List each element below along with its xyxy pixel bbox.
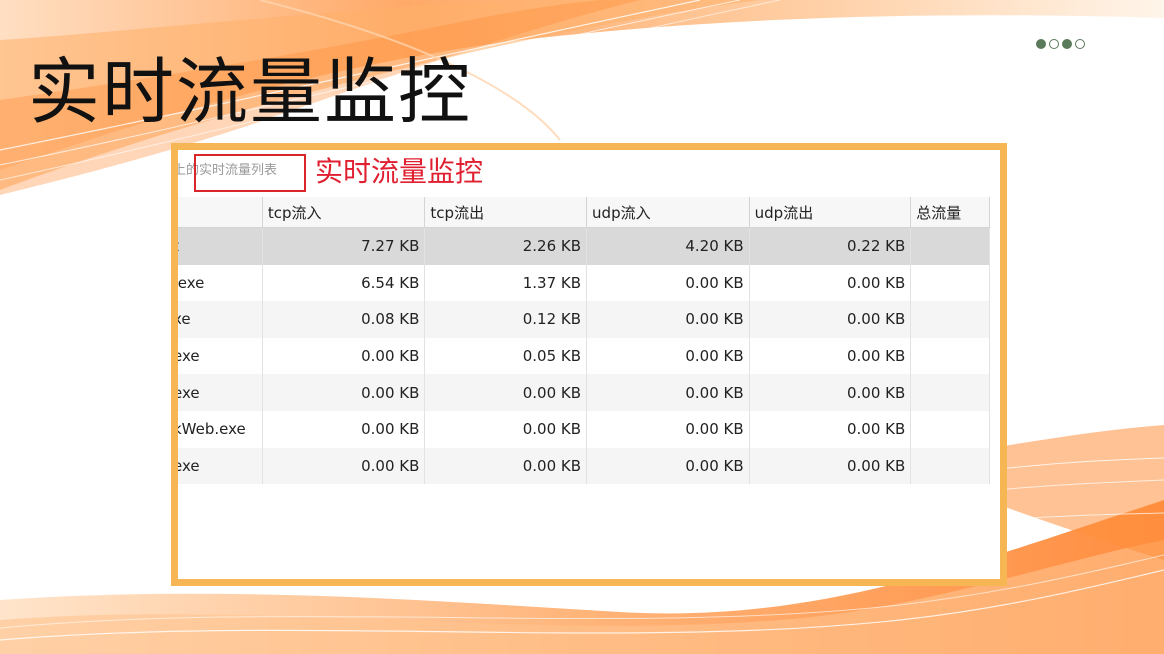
udp-in-cell: 4.20 KB <box>586 227 750 265</box>
udp-out-cell: 0.00 KB <box>749 301 912 338</box>
table-row[interactable]: exe 0.00 KB 0.00 KB 0.00 KB 0.00 KB <box>178 374 990 411</box>
column-header-process[interactable] <box>178 197 263 228</box>
udp-in-cell: 0.00 KB <box>586 264 750 302</box>
tcp-in-cell: 0.08 KB <box>262 301 426 338</box>
process-name-cell: exe <box>178 447 263 485</box>
udp-out-cell: 0.00 KB <box>749 337 912 375</box>
udp-out-cell: 0.00 KB <box>749 447 912 485</box>
column-header-total[interactable]: 总流量 <box>910 197 990 228</box>
udp-in-cell: 0.00 KB <box>586 374 750 411</box>
process-name-cell: exe <box>178 374 263 411</box>
process-name-cell: xe <box>178 301 263 338</box>
tcp-out-cell: 0.00 KB <box>424 374 588 411</box>
process-name-cell: kWeb.exe <box>178 410 263 448</box>
table-row[interactable]: .exe 6.54 KB 1.37 KB 0.00 KB 0.00 KB <box>178 264 990 302</box>
tcp-out-cell: 0.00 KB <box>424 447 588 485</box>
udp-out-cell: 0.00 KB <box>749 410 912 448</box>
screenshot-frame: 上的实时流量列表 实时流量监控 tcp流入 tcp流出 udp流入 udp流出 … <box>171 143 1007 586</box>
tcp-in-cell: 7.27 KB <box>262 227 426 265</box>
pager-dot-1[interactable] <box>1036 39 1046 49</box>
tcp-out-cell: 1.37 KB <box>424 264 588 302</box>
annotation-highlight-box <box>194 154 306 192</box>
column-header-udp-in[interactable]: udp流入 <box>586 197 750 228</box>
total-cell <box>910 264 990 302</box>
annotation-caption: 实时流量监控 <box>315 155 484 188</box>
total-cell <box>910 227 990 265</box>
tcp-in-cell: 0.00 KB <box>262 374 426 411</box>
process-name-cell: t <box>178 227 263 265</box>
tcp-out-cell: 2.26 KB <box>424 227 588 265</box>
traffic-monitor-screenshot: 上的实时流量列表 实时流量监控 tcp流入 tcp流出 udp流入 udp流出 … <box>178 150 1000 579</box>
table-header-row: tcp流入 tcp流出 udp流入 udp流出 总流量 <box>178 197 990 228</box>
udp-out-cell: 0.00 KB <box>749 374 912 411</box>
column-header-tcp-out[interactable]: tcp流出 <box>424 197 588 228</box>
udp-in-cell: 0.00 KB <box>586 410 750 448</box>
table-row[interactable]: kWeb.exe 0.00 KB 0.00 KB 0.00 KB 0.00 KB <box>178 410 990 448</box>
process-name-cell: .exe <box>178 264 263 302</box>
pager-dot-2[interactable] <box>1049 39 1059 49</box>
process-name-cell: exe <box>178 337 263 375</box>
udp-in-cell: 0.00 KB <box>586 337 750 375</box>
tcp-out-cell: 0.00 KB <box>424 410 588 448</box>
tcp-out-cell: 0.05 KB <box>424 337 588 375</box>
table-row[interactable]: xe 0.08 KB 0.12 KB 0.00 KB 0.00 KB <box>178 301 990 338</box>
total-cell <box>910 410 990 448</box>
column-header-udp-out[interactable]: udp流出 <box>749 197 912 228</box>
table-row[interactable]: exe 0.00 KB 0.00 KB 0.00 KB 0.00 KB <box>178 447 990 485</box>
tcp-in-cell: 6.54 KB <box>262 264 426 302</box>
total-cell <box>910 301 990 338</box>
total-cell <box>910 447 990 485</box>
tcp-out-cell: 0.12 KB <box>424 301 588 338</box>
udp-out-cell: 0.00 KB <box>749 264 912 302</box>
table-row[interactable]: t 7.27 KB 2.26 KB 4.20 KB 0.22 KB <box>178 227 990 265</box>
traffic-table: tcp流入 tcp流出 udp流入 udp流出 总流量 t 7.27 KB 2.… <box>178 197 990 485</box>
pager-dot-4[interactable] <box>1075 39 1085 49</box>
udp-in-cell: 0.00 KB <box>586 447 750 485</box>
total-cell <box>910 337 990 375</box>
udp-out-cell: 0.22 KB <box>749 227 912 265</box>
slide-title: 实时流量监控 <box>28 50 473 134</box>
slide-pager <box>1036 39 1085 49</box>
tcp-in-cell: 0.00 KB <box>262 410 426 448</box>
tcp-in-cell: 0.00 KB <box>262 447 426 485</box>
tcp-in-cell: 0.00 KB <box>262 337 426 375</box>
column-header-tcp-in[interactable]: tcp流入 <box>262 197 426 228</box>
pager-dot-3[interactable] <box>1062 39 1072 49</box>
udp-in-cell: 0.00 KB <box>586 301 750 338</box>
table-row[interactable]: exe 0.00 KB 0.05 KB 0.00 KB 0.00 KB <box>178 337 990 375</box>
total-cell <box>910 374 990 411</box>
